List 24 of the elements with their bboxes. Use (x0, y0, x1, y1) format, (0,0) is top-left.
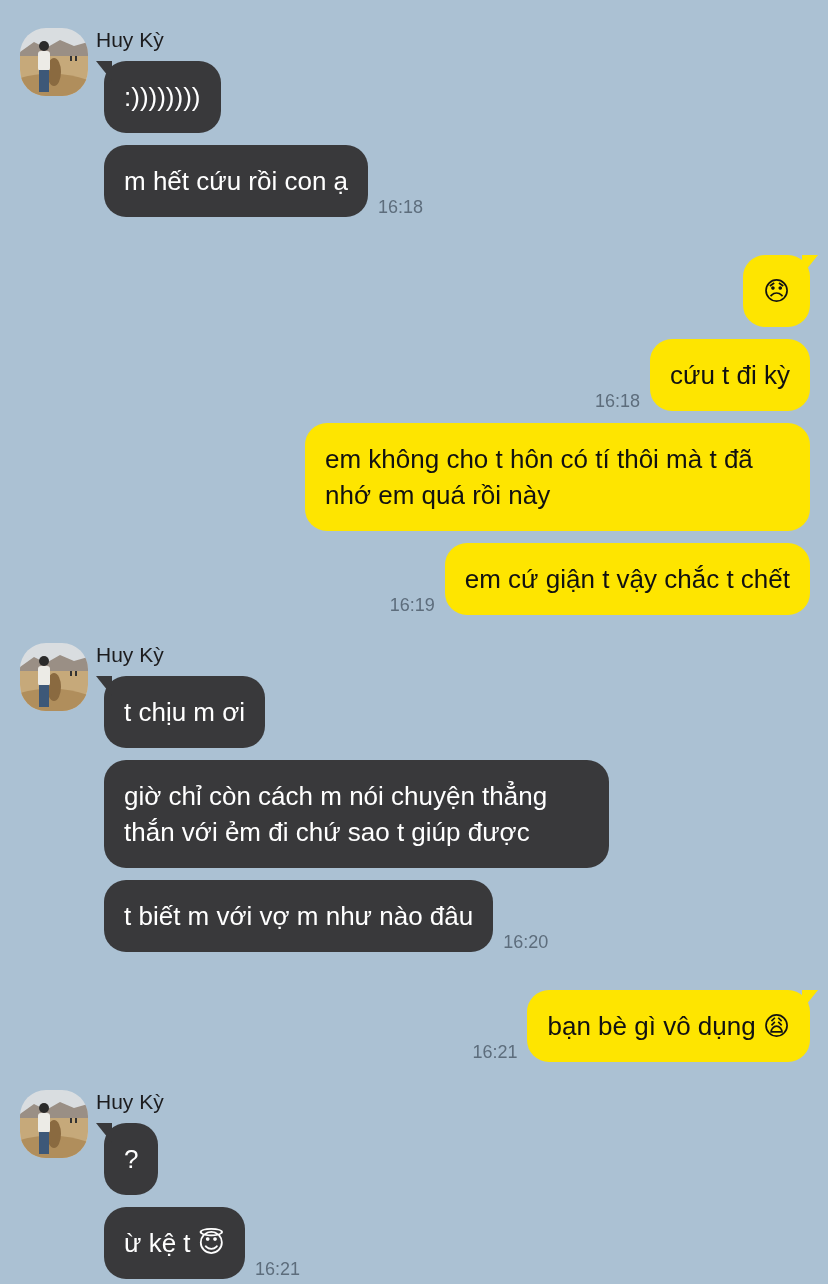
message-bubble: m hết cứu rồi con ạ (104, 145, 369, 217)
message-time: 16:18 (594, 391, 640, 411)
message-bubble: giờ chỉ còn cách m nói chuyện thẳng thắn với ẻm đi chứ sao t giúp được (104, 760, 609, 868)
message-bubble: t biết m với vợ m như nào đâu (104, 880, 494, 952)
message-bubble: bạn bè gì vô dụng 😩 (527, 990, 810, 1062)
sender-name: Huy Kỳ (96, 28, 165, 52)
message-bubble: t chịu m ơi (104, 676, 266, 748)
message-bubble: em không cho t hôn có tí thôi mà t đã nhớ em quá rồi này (305, 423, 810, 531)
message-bubble: ? (104, 1123, 159, 1195)
message-bubble: :)))))))) (104, 61, 221, 133)
avatar[interactable] (20, 1090, 88, 1158)
message-bubble: ừ kệ t 😇 (104, 1207, 245, 1279)
message-bubble: 😞 (742, 255, 810, 327)
avatar[interactable] (20, 28, 88, 96)
message-time: 16:20 (503, 932, 549, 952)
avatar[interactable] (20, 643, 88, 711)
message-time: 16:19 (389, 595, 435, 615)
sender-name: Huy Kỳ (96, 1090, 165, 1114)
message-time: 16:21 (472, 1042, 518, 1062)
message-time: 16:18 (378, 197, 424, 217)
message-time: 16:21 (254, 1259, 300, 1279)
message-bubble: em cứ giận t vậy chắc t chết (444, 543, 810, 615)
message-bubble: cứu t đi kỳ (650, 339, 810, 411)
sender-name: Huy Kỳ (96, 643, 165, 667)
